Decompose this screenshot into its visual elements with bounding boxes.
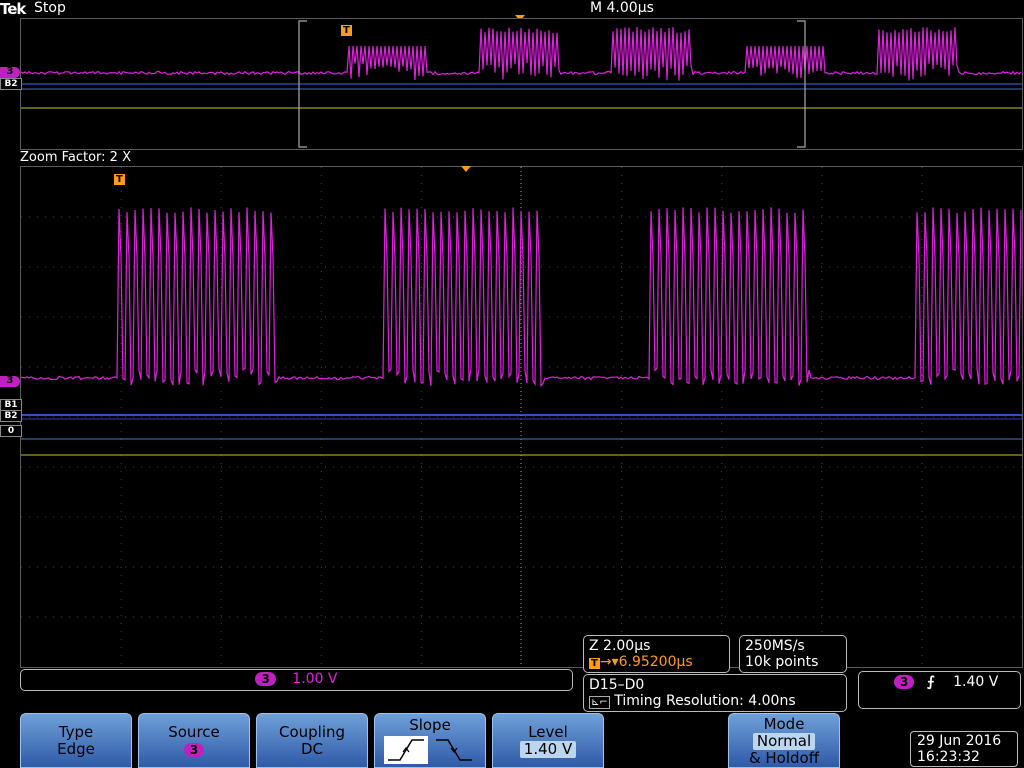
digital-timing-readout[interactable]: D15–D0 ⊾⌐ Timing Resolution: 4.00ns (583, 674, 847, 712)
mode-holdoff: & Holdoff (729, 750, 839, 767)
date: 29 Jun 2016 (917, 733, 1011, 749)
sample-rate-readout[interactable]: 250MS/s 10k points (739, 635, 847, 673)
mode-button[interactable]: Mode Normal & Holdoff (728, 713, 840, 768)
overview-waveform (21, 19, 1022, 149)
digital-marker-d0: 0 (0, 425, 22, 437)
timing-resolution: Timing Resolution: 4.00ns (614, 693, 795, 709)
falling-slope-icon[interactable] (432, 736, 476, 764)
zoom-factor-label: Zoom Factor: 2 X (20, 150, 131, 165)
mode-label: Mode (729, 716, 839, 733)
digital-icon: ⊾⌐ (589, 696, 610, 709)
level-value: 1.40 V (520, 741, 576, 758)
trigger-source-badge: 3 (894, 675, 914, 689)
trigger-level: 1.40 V (953, 674, 998, 690)
ch3-marker-zoom[interactable]: 3 (0, 376, 20, 387)
type-label: Type (21, 724, 131, 741)
coupling-label: Coupling (257, 724, 367, 741)
coupling-button[interactable]: Coupling DC (256, 713, 368, 768)
sample-rate: 250MS/s (745, 638, 841, 654)
zoom-center-marker-icon (461, 166, 471, 172)
zoom-waveform-pane[interactable] (20, 166, 1023, 668)
horizontal-scale-readout: M 4.00µs (590, 0, 654, 16)
type-value: Edge (21, 741, 131, 758)
digital-marker-b2: B2 (0, 410, 22, 422)
acquisition-state: Stop (34, 0, 66, 16)
rising-edge-icon: ⨍ (927, 674, 935, 690)
trigger-icon: T (589, 658, 600, 669)
slope-button[interactable]: Slope (374, 713, 486, 768)
datetime-readout: 29 Jun 2016 16:23:32 (910, 731, 1018, 767)
slope-label: Slope (375, 717, 485, 734)
zoom-timebase-readout[interactable]: Z 2.00µs T →▾6.95200µs (583, 635, 730, 673)
source-value: 3 (184, 743, 204, 757)
ch3-marker-overview[interactable]: 3 (0, 67, 20, 78)
time: 16:23:32 (917, 749, 1011, 765)
rising-slope-icon[interactable] (384, 736, 428, 764)
type-button[interactable]: Type Edge (20, 713, 132, 768)
trigger-position: 6.95200µs (619, 654, 693, 670)
overview-waveform-pane[interactable] (20, 18, 1023, 150)
zoom-timebase: Z 2.00µs (589, 638, 724, 654)
level-button[interactable]: Level 1.40 V (492, 713, 604, 768)
source-label: Source (139, 724, 249, 741)
brand-logo: Tek (0, 0, 25, 18)
record-length: 10k points (745, 654, 841, 670)
digital-group: D15–D0 (589, 677, 841, 693)
zoom-waveform (21, 167, 1022, 667)
coupling-value: DC (257, 741, 367, 758)
trigger-readout[interactable]: 3 ⨍ 1.40 V (858, 671, 1021, 709)
ch3-trace-overview (21, 27, 1021, 81)
ch3-badge: 3 (255, 672, 275, 686)
trigger-marker-overview-icon: T (341, 25, 352, 36)
mode-value: Normal (753, 733, 815, 750)
arrow-icon: →▾ (600, 654, 619, 670)
ch3-volts-per-div: 1.00 V (292, 671, 337, 687)
source-button[interactable]: Source 3 (138, 713, 250, 768)
level-label: Level (493, 724, 603, 741)
trigger-marker-zoom-icon: T (114, 174, 125, 185)
channel-scale-readout[interactable]: 3 1.00 V (20, 669, 573, 691)
digital-marker-overview: B2 (0, 78, 22, 90)
